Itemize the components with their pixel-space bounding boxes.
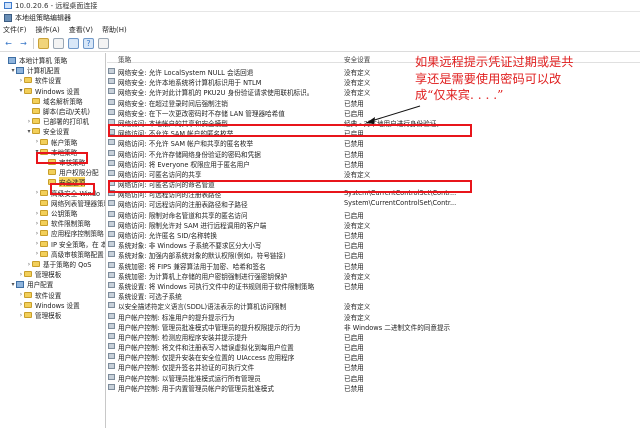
annotation-note: 如果远程提示凭证过期或是共享还是需要使用密码可以改成“仅来宾. . . .” — [415, 55, 574, 102]
